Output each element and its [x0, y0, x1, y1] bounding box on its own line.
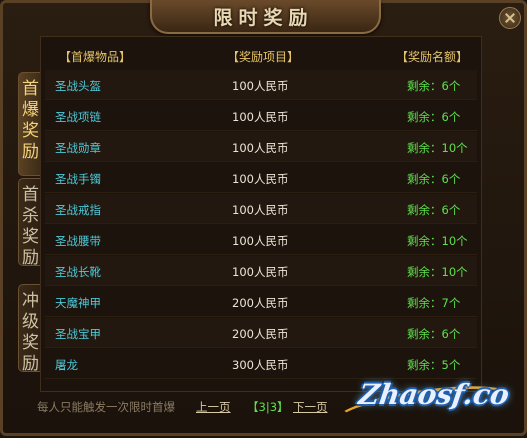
- reward-amount: 100人民币: [232, 79, 289, 93]
- item-name: 圣战勋章: [55, 141, 101, 155]
- reward-amount: 300人民币: [232, 358, 289, 372]
- next-page-link[interactable]: 下一页: [293, 399, 328, 415]
- remaining-count: 剩余：6个: [407, 110, 461, 124]
- item-name: 圣战项链: [55, 110, 101, 124]
- item-name: 天魔神甲: [55, 296, 101, 310]
- reward-amount: 100人民币: [232, 172, 289, 186]
- table-row: 圣战戒指 100人民币 剩余：6个: [45, 194, 477, 224]
- reward-table: 【首爆物品】 【奖励项目】 【奖励名额】 圣战头盔 100人民币 剩余：6个 圣战项链…: [40, 36, 482, 392]
- reward-amount: 100人民币: [232, 203, 289, 217]
- reward-amount: 100人民币: [232, 265, 289, 279]
- remaining-count: 剩余：10个: [407, 265, 468, 279]
- table-row: 圣战勋章 100人民币 剩余：10个: [45, 132, 477, 162]
- window-title: 限时奖励: [213, 7, 314, 29]
- table-header: 【首爆物品】 【奖励项目】 【奖励名额】: [41, 37, 481, 71]
- item-name: 圣战头盔: [55, 79, 101, 93]
- item-name: 圣战手镯: [55, 172, 101, 186]
- tab-first-drop[interactable]: 首爆奖励: [18, 72, 42, 176]
- item-name: 圣战腰带: [55, 234, 101, 248]
- footer-note: 每人只能触发一次限时首爆: [37, 400, 175, 414]
- header-quota: 【奖励名额】: [396, 50, 469, 64]
- reward-amount: 200人民币: [232, 296, 289, 310]
- reward-amount: 100人民币: [232, 234, 289, 248]
- logo-text: Zhaosf.co: [356, 378, 512, 411]
- header-item: 【首爆物品】: [59, 50, 132, 64]
- prev-page-link[interactable]: 上一页: [196, 399, 231, 415]
- table-row: 圣战头盔 100人民币 剩余：6个: [45, 70, 477, 100]
- remaining-count: 剩余：5个: [407, 358, 461, 372]
- item-name: 屠龙: [55, 358, 78, 372]
- item-name: 圣战宝甲: [55, 327, 101, 341]
- table-row: 圣战项链 100人民币 剩余：6个: [45, 101, 477, 131]
- reward-amount: 100人民币: [232, 141, 289, 155]
- item-name: 圣战戒指: [55, 203, 101, 217]
- reward-amount: 200人民币: [232, 327, 289, 341]
- table-row: 圣战手镯 100人民币 剩余：6个: [45, 163, 477, 193]
- table-row: 圣战腰带 100人民币 剩余：10个: [45, 225, 477, 255]
- table-row: 圣战宝甲 200人民币 剩余：6个: [45, 318, 477, 348]
- reward-amount: 100人民币: [232, 110, 289, 124]
- table-row: 天魔神甲 200人民币 剩余：7个: [45, 287, 477, 317]
- tab-first-kill[interactable]: 首杀奖励: [18, 178, 42, 268]
- page-indicator: 【3|3】: [247, 400, 289, 414]
- remaining-count: 剩余：10个: [407, 141, 468, 155]
- remaining-count: 剩余：6个: [407, 79, 461, 93]
- remaining-count: 剩余：6个: [407, 327, 461, 341]
- remaining-count: 剩余：10个: [407, 234, 468, 248]
- remaining-count: 剩余：6个: [407, 203, 461, 217]
- remaining-count: 剩余：6个: [407, 172, 461, 186]
- table-row: 圣战长靴 100人民币 剩余：10个: [45, 256, 477, 286]
- watermark-logo: Zhaosf.co: [333, 372, 515, 438]
- remaining-count: 剩余：7个: [407, 296, 461, 310]
- tab-level-up[interactable]: 冲级奖励: [18, 284, 42, 374]
- header-reward: 【奖励项目】: [227, 50, 300, 64]
- item-name: 圣战长靴: [55, 265, 101, 279]
- close-icon[interactable]: [499, 7, 521, 29]
